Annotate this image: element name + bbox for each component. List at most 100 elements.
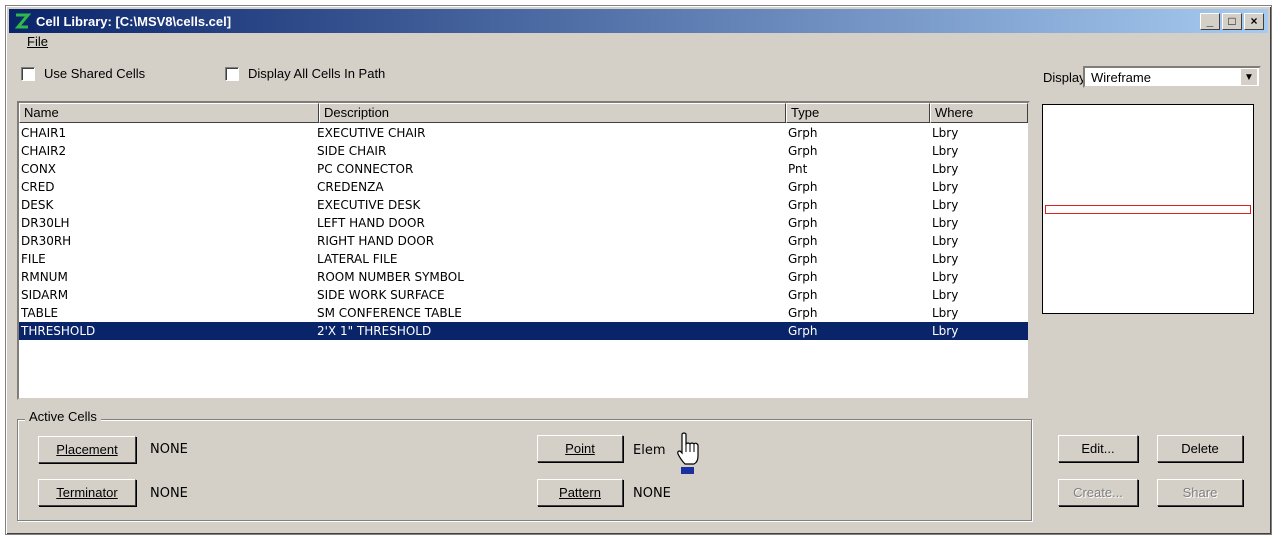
point-value: Elem [633,443,666,458]
cell-type: Grph [788,234,818,248]
list-header: Name Description Type Where [19,103,1028,123]
close-button[interactable]: × [1244,13,1264,30]
terminator-value: NONE [150,486,188,501]
preview-shape [1045,205,1251,214]
cell-name: CHAIR1 [21,126,67,140]
pattern-button-label: Pattern [559,485,601,500]
table-row[interactable]: FILE LATERAL FILE Grph Lbry [19,250,1028,268]
table-row[interactable]: DR30RH RIGHT HAND DOOR Grph Lbry [19,232,1028,250]
pattern-value: NONE [633,486,671,501]
table-row[interactable]: SIDARM SIDE WORK SURFACE Grph Lbry [19,286,1028,304]
cell-type: Grph [788,324,818,338]
display-mode-select[interactable]: Wireframe ▼ [1083,66,1261,88]
active-cells-label: Active Cells [25,409,101,424]
table-row[interactable]: CHAIR2 SIDE CHAIR Grph Lbry [19,142,1028,160]
table-row[interactable]: THRESHOLD 2'X 1" THRESHOLD Grph Lbry [19,322,1028,340]
cell-type: Grph [788,198,818,212]
cell-where: Lbry [932,144,959,158]
minimize-button[interactable]: _ [1200,13,1220,30]
cell-description: SIDE WORK SURFACE [317,288,445,302]
active-cells-group [17,419,1032,521]
maximize-button[interactable]: □ [1222,13,1242,30]
terminator-button[interactable]: Terminator [38,479,136,506]
menu-file[interactable]: File [27,34,48,49]
share-button[interactable]: Share [1157,479,1243,506]
cell-description: CREDENZA [317,180,384,194]
cell-name: SIDARM [21,288,69,302]
table-row[interactable]: RMNUM ROOM NUMBER SYMBOL Grph Lbry [19,268,1028,286]
placement-value: NONE [150,442,188,457]
chevron-down-icon[interactable]: ▼ [1241,69,1257,85]
cell-type: Grph [788,180,818,194]
delete-button[interactable]: Delete [1157,435,1243,462]
table-row[interactable]: DESK EXECUTIVE DESK Grph Lbry [19,196,1028,214]
cell-description: PC CONNECTOR [317,162,414,176]
cell-where: Lbry [932,324,959,338]
cell-where: Lbry [932,126,959,140]
cell-description: LATERAL FILE [317,252,398,266]
cell-description: 2'X 1" THRESHOLD [317,324,432,338]
create-button[interactable]: Create... [1058,479,1138,506]
table-row[interactable]: TABLE SM CONFERENCE TABLE Grph Lbry [19,304,1028,322]
edit-button-label: Edit... [1081,441,1115,456]
window-title: Cell Library: [C:\MSV8\cells.cel] [36,13,232,29]
column-header-name[interactable]: Name [19,103,319,123]
cell-name: THRESHOLD [21,324,96,338]
display-mode-value: Wireframe [1091,70,1151,85]
placement-button-label: Placement [56,442,118,457]
cell-where: Lbry [932,270,959,284]
cell-type: Grph [788,270,818,284]
cell-name: CRED [21,180,55,194]
cell-description: SIDE CHAIR [317,144,387,158]
placement-button[interactable]: Placement [38,436,136,463]
cell-name: DESK [21,198,54,212]
cell-where: Lbry [932,180,959,194]
display-all-cells-checkbox[interactable]: Display All Cells In Path [225,66,385,81]
table-row[interactable]: CRED CREDENZA Grph Lbry [19,178,1028,196]
table-row[interactable]: DR30LH LEFT HAND DOOR Grph Lbry [19,214,1028,232]
cell-where: Lbry [932,252,959,266]
cell-where: Lbry [932,306,959,320]
column-header-description[interactable]: Description [319,103,786,123]
cell-preview [1042,104,1254,314]
terminator-button-label: Terminator [56,485,118,500]
column-header-where[interactable]: Where [930,103,1028,123]
cell-type: Grph [788,216,818,230]
cell-type: Grph [788,126,818,140]
microstation-logo-icon [12,11,32,31]
cell-type: Grph [788,252,818,266]
column-header-type[interactable]: Type [786,103,930,123]
point-button-label: Point [565,441,595,456]
cell-type: Grph [788,306,818,320]
use-shared-cells-checkbox[interactable]: Use Shared Cells [21,66,145,81]
cell-description: ROOM NUMBER SYMBOL [317,270,464,284]
delete-button-label: Delete [1181,441,1219,456]
cell-where: Lbry [932,234,959,248]
use-shared-cells-label: Use Shared Cells [44,66,146,81]
cell-description: RIGHT HAND DOOR [317,234,435,248]
create-button-label: Create... [1073,485,1123,500]
pattern-button[interactable]: Pattern [537,479,623,506]
cell-description: SM CONFERENCE TABLE [317,306,462,320]
table-row[interactable]: CHAIR1 EXECUTIVE CHAIR Grph Lbry [19,124,1028,142]
title-bar[interactable]: Cell Library: [C:\MSV8\cells.cel] _ □ × [9,9,1268,33]
cell-description: EXECUTIVE DESK [317,198,421,212]
edit-button[interactable]: Edit... [1058,435,1138,462]
display-all-cells-label: Display All Cells In Path [248,66,386,81]
checkbox-box[interactable] [225,66,239,81]
cell-list[interactable]: Name Description Type Where CHAIR1 EXECUT… [17,101,1030,400]
cell-where: Lbry [932,288,959,302]
cell-where: Lbry [932,162,959,176]
cell-name: TABLE [21,306,59,320]
cell-type: Grph [788,288,818,302]
table-row[interactable]: CONX PC CONNECTOR Pnt Lbry [19,160,1028,178]
cell-name: RMNUM [21,270,68,284]
menu-file-label: File [27,34,48,49]
cell-name: CONX [21,162,57,176]
checkbox-box[interactable] [21,66,35,81]
cell-where: Lbry [932,216,959,230]
cell-description: LEFT HAND DOOR [317,216,425,230]
point-button[interactable]: Point [537,435,623,462]
cell-type: Grph [788,144,818,158]
cell-type: Pnt [788,162,808,176]
